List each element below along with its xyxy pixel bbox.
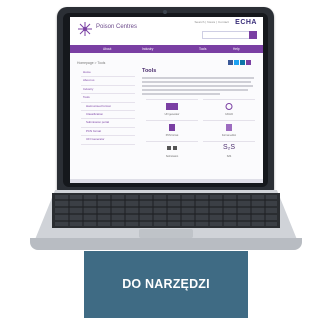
tile-divider (203, 99, 255, 100)
tool-tile-iuclid[interactable]: IUCLID (203, 102, 255, 118)
utility-links[interactable]: Search | News | Contact (194, 20, 229, 24)
sidebar-item-ufi[interactable]: UFI Generator (81, 136, 135, 145)
tile-label: Submission (165, 155, 179, 158)
nav-item-industry[interactable]: Industry (142, 47, 153, 51)
trackpad (139, 229, 193, 238)
sidebar-item-submission[interactable]: Submission portal (81, 119, 135, 128)
share-facebook-icon[interactable] (228, 60, 233, 65)
paragraph-line (142, 81, 251, 83)
sidebar-item-classification[interactable]: Classification (81, 111, 135, 120)
poison-centres-logo-icon (78, 22, 92, 36)
tile-label: IUCLID (225, 113, 233, 116)
share-email-icon[interactable] (246, 60, 251, 65)
echa-logo[interactable]: ECHA (235, 19, 257, 26)
tile-divider (146, 99, 198, 100)
sidebar: Home About us Industry Tools Harmonised … (81, 69, 135, 145)
paragraph-line (142, 85, 253, 87)
tile-divider (146, 141, 198, 142)
laptop-screen: Poison Centres Search | News | Contact E… (70, 17, 263, 183)
sidebar-item-harmonised[interactable]: Harmonised format (81, 103, 135, 112)
tile-divider (203, 120, 255, 121)
tile-label: Format editor (221, 134, 237, 137)
paragraph-line (142, 89, 249, 91)
keyboard-icon (52, 193, 280, 228)
share-linkedin-icon[interactable] (240, 60, 245, 65)
paragraph-line (142, 77, 254, 79)
site-title[interactable]: Poison Centres (96, 24, 137, 30)
cta-panel[interactable]: DO NARZĘDZI (84, 251, 248, 318)
tile-label: S2S (226, 155, 232, 158)
share-twitter-icon[interactable] (234, 60, 239, 65)
iuclid-icon (225, 103, 233, 110)
site-footer (70, 179, 263, 183)
editor-icon (226, 124, 232, 131)
paragraph-line (142, 93, 221, 95)
nav-item-tools[interactable]: Tools (199, 47, 206, 51)
tool-tile-pcn-format[interactable]: PCN format (146, 123, 198, 139)
document-icon (169, 124, 175, 131)
tool-tile-format-editor[interactable]: Format editor (203, 123, 255, 139)
tool-tile-submission[interactable]: Submission (146, 144, 198, 160)
tile-label: UFI generator (164, 113, 180, 116)
sidebar-item-about[interactable]: About us (81, 77, 135, 86)
tile-divider (203, 141, 255, 142)
breadcrumb[interactable]: Homepage > Tools (77, 61, 105, 65)
main-nav: About Industry Tools Help (70, 45, 263, 53)
laptop-front-edge (30, 238, 302, 250)
s2s-logo: S₂S (222, 144, 236, 151)
search-input[interactable] (202, 31, 250, 39)
tool-tile-s2s[interactable]: S₂S S2S (203, 144, 255, 160)
nav-item-help[interactable]: Help (233, 47, 240, 51)
webcam-icon (163, 10, 167, 14)
main-content: Tools (142, 68, 254, 97)
page-title: Tools (142, 68, 157, 74)
site-header: Poison Centres Search | News | Contact E… (70, 17, 263, 45)
ufi-generator-icon (166, 103, 178, 110)
sidebar-item-pcn-format[interactable]: PCN format (81, 128, 135, 137)
sidebar-item-industry[interactable]: Industry (81, 86, 135, 95)
cta-button-label[interactable]: DO NARZĘDZI (84, 277, 248, 291)
tile-divider (146, 120, 198, 121)
search-button[interactable] (249, 31, 257, 39)
tile-label: PCN format (165, 134, 179, 137)
sidebar-item-home[interactable]: Home (81, 69, 135, 78)
tool-tile-ufi[interactable]: UFI generator (146, 102, 198, 118)
submission-icon (167, 146, 177, 150)
nav-item-about[interactable]: About (103, 47, 111, 51)
sidebar-item-tools[interactable]: Tools (81, 94, 135, 103)
